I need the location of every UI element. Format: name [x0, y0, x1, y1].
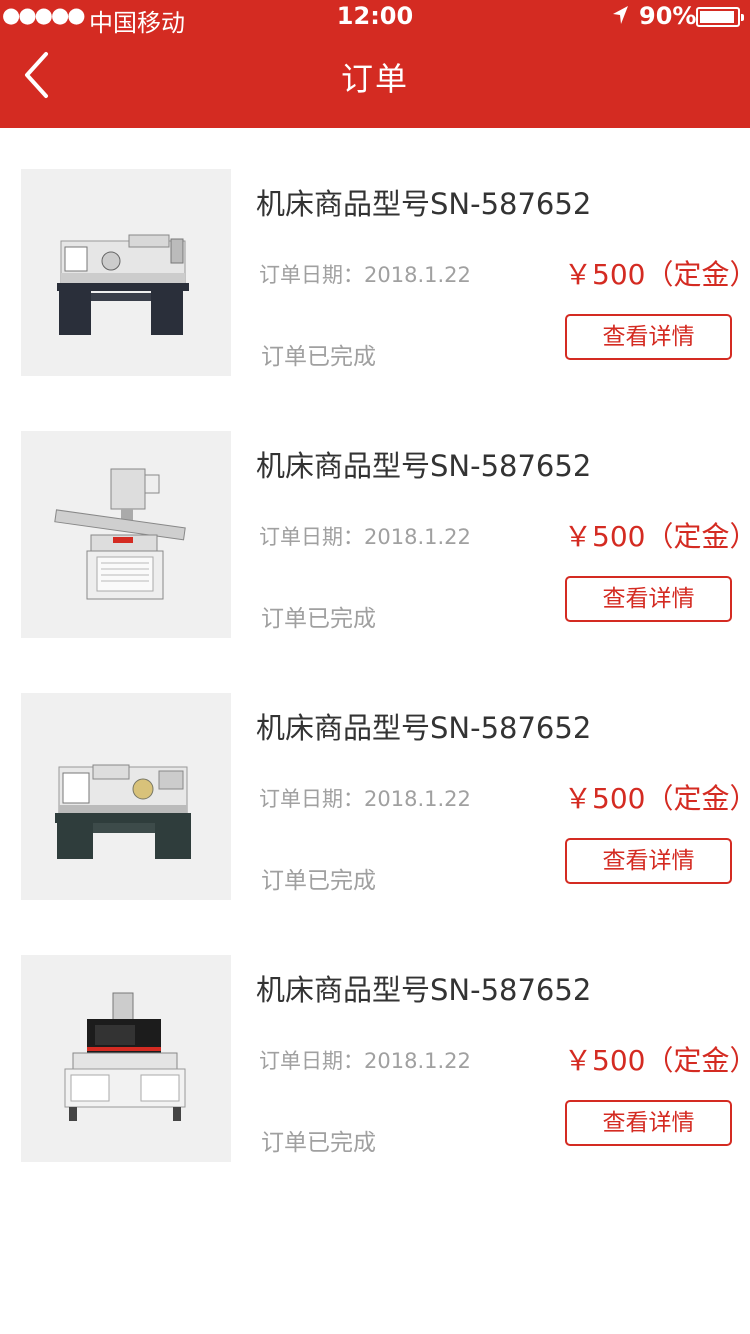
- view-details-button[interactable]: 查看详情: [565, 1100, 732, 1146]
- order-price: ￥500（定金）: [564, 258, 750, 291]
- product-image: [21, 431, 231, 638]
- battery-icon: [696, 7, 744, 27]
- order-status: 订单已完成: [261, 344, 376, 370]
- product-name: 机床商品型号SN-587652: [256, 449, 592, 483]
- order-card: 机床商品型号SN-587652 订单日期：2018.1.22 ￥500（定金） …: [0, 169, 750, 377]
- view-details-button[interactable]: 查看详情: [565, 314, 732, 360]
- lathe-machine-icon: [57, 234, 189, 335]
- order-price: ￥500（定金）: [564, 1044, 750, 1077]
- order-card: 机床商品型号SN-587652 订单日期：2018.1.22 ￥500（定金） …: [0, 955, 750, 1163]
- status-bar: ●●●●● 中国移动 12:00 90%: [0, 0, 750, 37]
- order-status: 订单已完成: [261, 606, 376, 632]
- order-date: 订单日期：2018.1.22: [259, 525, 471, 549]
- product-name: 机床商品型号SN-587652: [256, 711, 592, 745]
- order-date: 订单日期：2018.1.22: [259, 263, 471, 287]
- view-details-button[interactable]: 查看详情: [565, 576, 732, 622]
- product-name: 机床商品型号SN-587652: [256, 187, 592, 221]
- product-image: [21, 693, 231, 900]
- order-card: 机床商品型号SN-587652 订单日期：2018.1.22 ￥500（定金） …: [0, 431, 750, 639]
- nav-header: ●●●●● 中国移动 12:00 90% 订单: [0, 0, 750, 128]
- lathe-machine-icon: [55, 764, 191, 859]
- product-image: [21, 955, 231, 1162]
- page-title: 订单: [340, 60, 409, 98]
- order-price: ￥500（定金）: [564, 782, 750, 815]
- product-image: [21, 169, 231, 376]
- order-date: 订单日期：2018.1.22: [259, 787, 471, 811]
- product-name: 机床商品型号SN-587652: [256, 973, 592, 1007]
- order-status: 订单已完成: [261, 1130, 376, 1156]
- order-card: 机床商品型号SN-587652 订单日期：2018.1.22 ￥500（定金） …: [0, 693, 750, 901]
- location-arrow-icon: [613, 6, 628, 24]
- view-details-button[interactable]: 查看详情: [565, 838, 732, 884]
- order-price: ￥500（定金）: [564, 520, 750, 553]
- edm-machine-icon: [64, 992, 186, 1121]
- clock: 12:00: [336, 2, 414, 30]
- battery-percent: 90%: [639, 2, 697, 30]
- order-status: 订单已完成: [261, 868, 376, 894]
- milling-machine-icon: [54, 468, 186, 599]
- order-date: 订单日期：2018.1.22: [259, 1049, 471, 1073]
